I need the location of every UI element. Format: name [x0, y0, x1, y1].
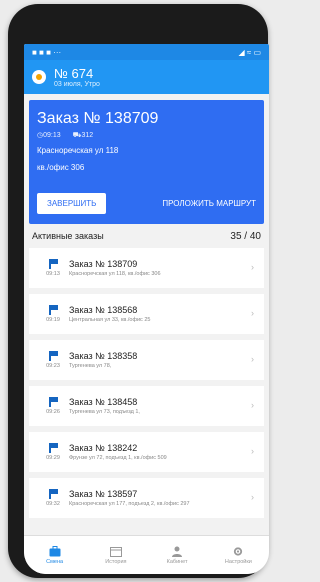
order-title: Заказ № 138709: [69, 258, 138, 269]
phone-frame: ■ ■ ■ ··· ◢ ≈ ▭ № 674 03 июля, Утро Зака…: [8, 4, 269, 578]
flag-icon: [48, 397, 58, 407]
nav-cabinet[interactable]: Кабинет: [147, 546, 207, 565]
order-time: 09:29: [46, 455, 60, 461]
order-time: 09:26: [46, 409, 60, 415]
active-orders-header: Активные заказы 35 / 40: [24, 224, 269, 248]
flag-icon: [48, 489, 58, 499]
order-row[interactable]: 09:13 Заказ № 138709 Красноречская ул 11…: [29, 248, 264, 288]
chevron-right-icon: ›: [251, 492, 254, 502]
order-row[interactable]: 09:19 Заказ № 138568 Центральная ул 33, …: [29, 294, 264, 334]
person-icon: [172, 546, 183, 557]
nav-shift-label: Смена: [46, 558, 64, 565]
order-address: Центральная ул 33, кв./офис 25: [69, 316, 151, 323]
current-order-apartment: кв./офис 306: [37, 163, 85, 172]
order-row[interactable]: 09:26 Заказ № 138458 Тургенева ул 73, по…: [29, 386, 264, 426]
order-title: Заказ № 138458: [69, 396, 138, 407]
nav-shift[interactable]: Смена: [25, 545, 85, 565]
briefcase-icon: [49, 545, 61, 556]
cart-icon: ⛟312: [72, 132, 94, 139]
signal-battery-icons: ◢ ≈ ▭: [238, 47, 261, 57]
shift-number: № 674: [54, 65, 94, 81]
order-time: 09:13: [46, 271, 60, 277]
order-time: 09:19: [46, 317, 60, 323]
bottom-navigation: Смена История Кабинет Настройки: [24, 535, 269, 574]
order-address: Красноречская ул 177, подъезд 2, кв./офи…: [69, 500, 190, 507]
flag-icon: [48, 259, 58, 269]
order-time: 09:23: [46, 363, 60, 369]
chevron-right-icon: ›: [251, 308, 254, 318]
current-order-card[interactable]: Заказ № 138709 ◷09:13 ⛟312 Красноречская…: [29, 100, 264, 224]
order-row[interactable]: 09:29 Заказ № 138242 Фрунзе ул 72, подъе…: [29, 432, 264, 472]
finish-button[interactable]: ЗАВЕРШИТЬ: [37, 193, 107, 214]
nav-settings[interactable]: Настройки: [208, 546, 268, 565]
chevron-right-icon: ›: [251, 262, 254, 272]
active-orders-list: 09:13 Заказ № 138709 Красноречская ул 11…: [24, 248, 269, 518]
clock-icon: ◷09:13: [37, 132, 61, 139]
nav-settings-label: Настройки: [224, 558, 252, 565]
app-header[interactable]: № 674 03 июля, Утро: [24, 60, 269, 94]
order-address: Красноречская ул 118, кв./офис 306: [69, 270, 161, 277]
nav-history-label: История: [105, 558, 127, 565]
order-title: Заказ № 138597: [69, 488, 138, 499]
chevron-right-icon: ›: [251, 400, 254, 410]
current-order-meta: ◷09:13 ⛟312: [37, 131, 256, 140]
gear-icon: [234, 546, 243, 556]
flag-icon: [48, 351, 58, 361]
flag-icon: [48, 305, 58, 315]
order-title: Заказ № 138568: [69, 304, 138, 315]
build-route-button[interactable]: ПРОЛОЖИТЬ МАРШРУТ: [162, 199, 256, 208]
order-time: 09:32: [46, 501, 60, 507]
status-bar: ■ ■ ■ ··· ◢ ≈ ▭: [24, 44, 269, 60]
order-title: Заказ № 138358: [69, 350, 138, 361]
chevron-right-icon: ›: [251, 354, 254, 364]
order-address: Фрунзе ул 72, подъезд 1, кв./офис 509: [69, 454, 167, 461]
order-title: Заказ № 138242: [69, 442, 138, 453]
avatar[interactable]: [32, 70, 46, 84]
flag-icon: [48, 443, 58, 453]
chevron-right-icon: ›: [251, 446, 254, 456]
shift-subtitle: 03 июля, Утро: [54, 80, 100, 88]
current-order-title: Заказ № 138709: [37, 110, 159, 127]
notification-icons: ■ ■ ■ ···: [32, 47, 62, 57]
current-order-actions: ЗАВЕРШИТЬ ПРОЛОЖИТЬ МАРШРУТ: [37, 193, 256, 214]
order-address: Тургенева ул 78,: [69, 362, 112, 369]
nav-cabinet-label: Кабинет: [166, 558, 188, 565]
app-screen: ■ ■ ■ ··· ◢ ≈ ▭ № 674 03 июля, Утро Зака…: [24, 44, 269, 574]
order-row[interactable]: 09:32 Заказ № 138597 Красноречская ул 17…: [29, 478, 264, 518]
calendar-icon: [109, 546, 122, 557]
active-orders-count: 35 / 40: [230, 230, 261, 242]
current-order-address: Красноречская ул 118: [37, 146, 119, 155]
nav-history[interactable]: История: [86, 546, 146, 565]
order-address: Тургенева ул 73, подъезд 1,: [69, 408, 140, 415]
order-row[interactable]: 09:23 Заказ № 138358 Тургенева ул 78, ›: [29, 340, 264, 380]
active-orders-label: Активные заказы: [32, 231, 104, 241]
